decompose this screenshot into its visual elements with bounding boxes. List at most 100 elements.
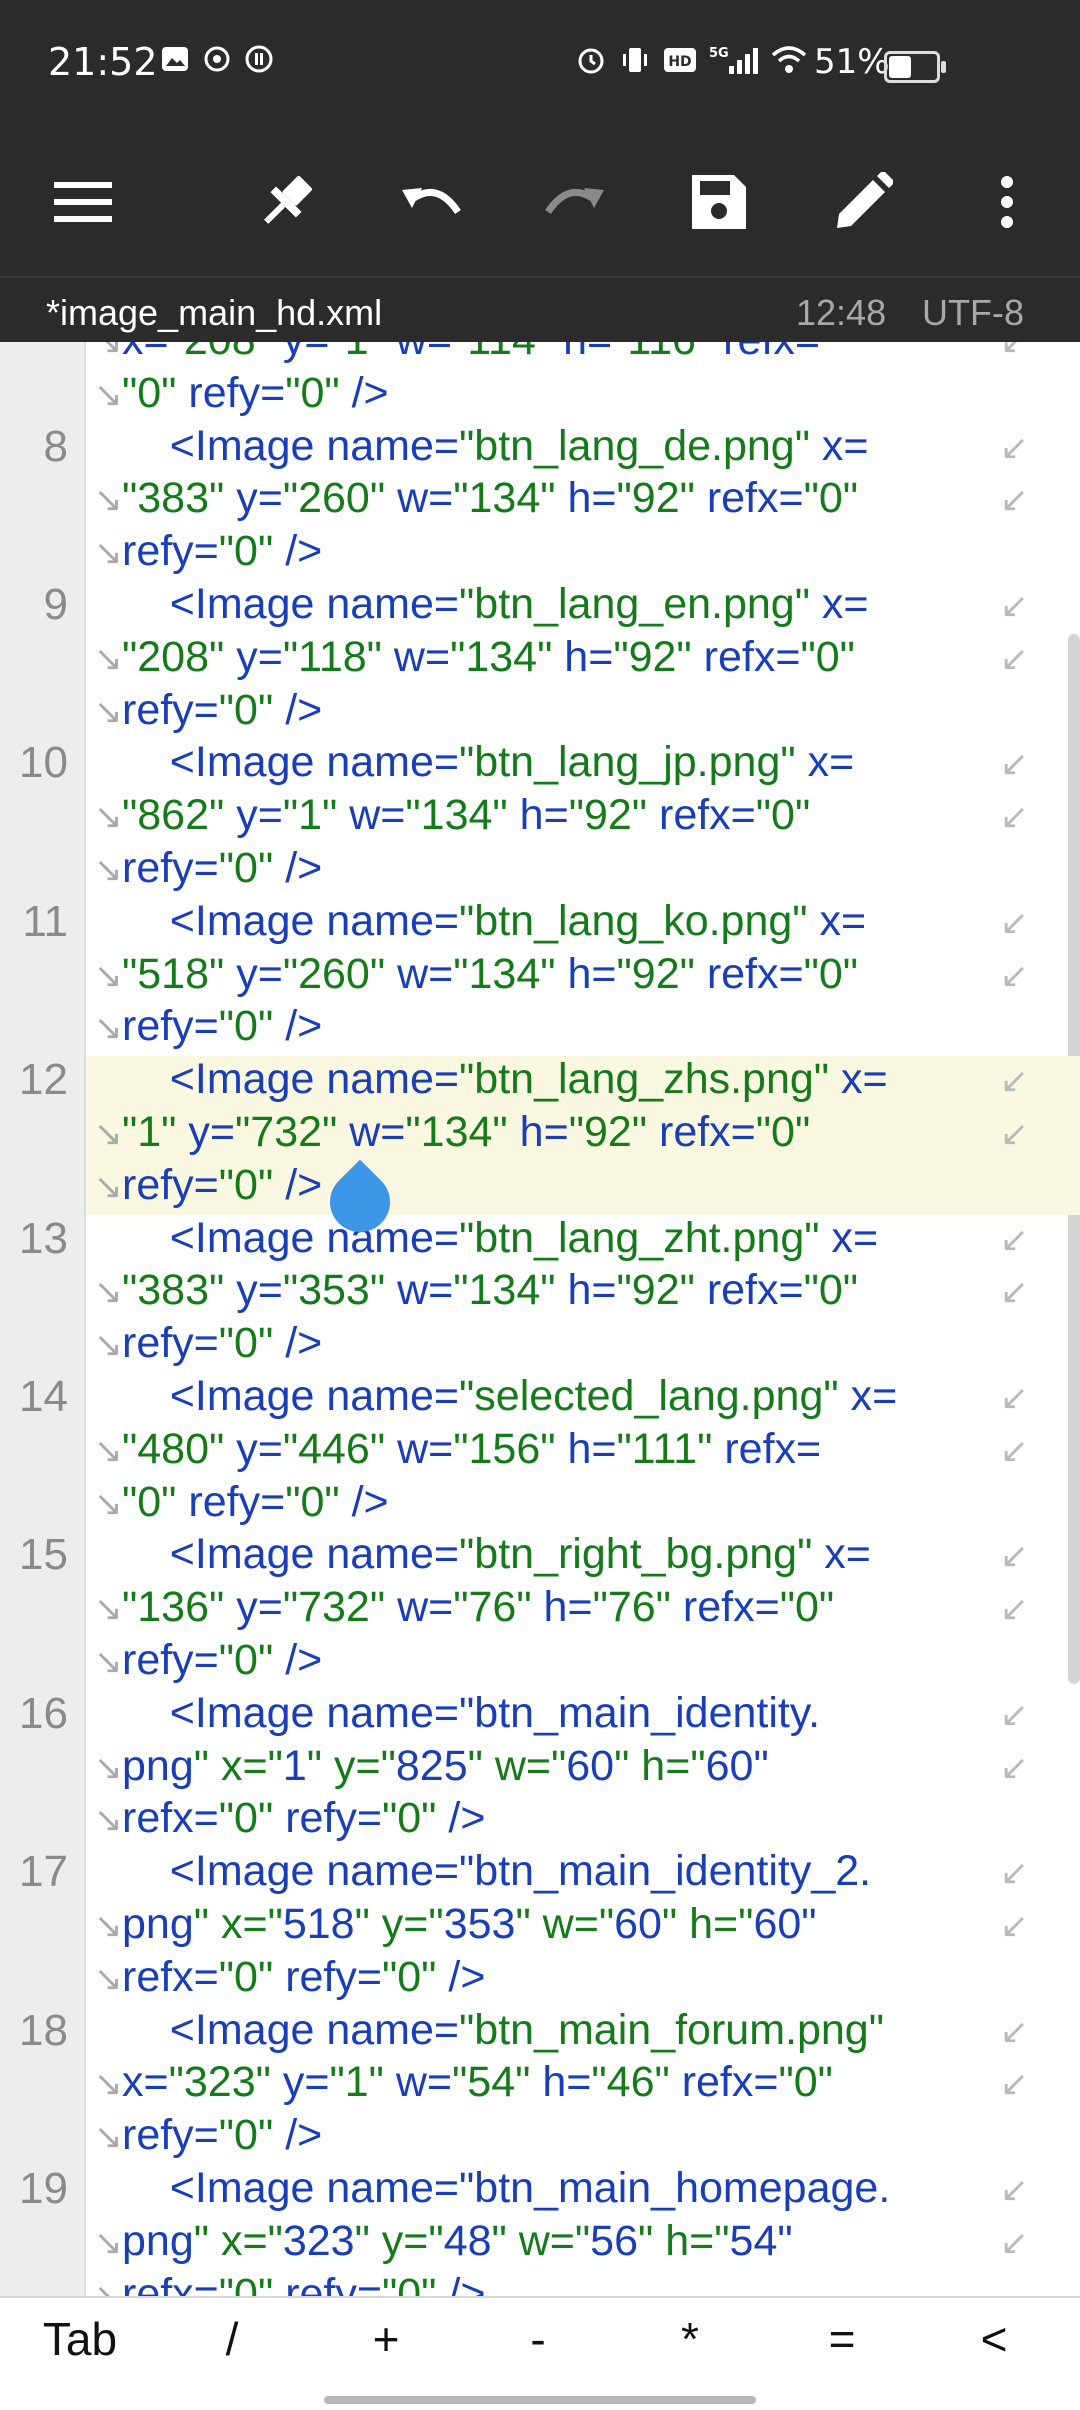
wrap-marker-icon: ↙	[1000, 2223, 1029, 2262]
svg-text:5G: 5G	[709, 46, 729, 61]
wrap-continue-icon: ↘	[94, 1009, 123, 1048]
code-row: ↘ refx="0" refy="0" />	[0, 1792, 1080, 1845]
key-symbol[interactable]: /	[172, 2312, 292, 2366]
code-text: refx="0" refy="0" />	[122, 1952, 486, 2001]
code-text: "518" y="260" w="134" h="92" refx="0"	[122, 949, 859, 998]
vibrate-icon	[619, 44, 651, 81]
code-row: ↘ ↙ "862" y="1" w="134" h="92" refx="0"	[0, 789, 1080, 842]
wrap-continue-icon: ↘	[94, 1273, 123, 1312]
wrap-continue-icon: ↘	[94, 481, 123, 520]
wrap-marker-icon: ↙	[1000, 1907, 1029, 1945]
home-indicator[interactable]	[324, 2396, 756, 2404]
key-symbol[interactable]: *	[630, 2312, 750, 2366]
wrap-marker-icon: ↙	[1000, 2171, 1029, 2209]
code-row: ↘ "0" refy="0" />	[0, 1476, 1080, 1529]
key-symbol[interactable]: +	[326, 2312, 446, 2366]
wrap-continue-icon: ↘	[94, 1907, 123, 1945]
code-row: ↘ ↙ "208" y="118" w="134" h="92" refx="0"	[0, 631, 1080, 684]
menu-button[interactable]	[28, 128, 138, 276]
wrap-marker-icon: ↙	[1000, 745, 1029, 784]
wrap-marker-icon: ↙	[1000, 798, 1029, 837]
code-text: "0" refy="0" />	[122, 1477, 389, 1526]
code-row: ↘ refy="0" />	[0, 525, 1080, 578]
code-text: <Image name="btn_main_forum.png"	[122, 2005, 884, 2054]
code-row: 13 ↙ <Image name="btn_lang_zht.png" x=	[0, 1212, 1080, 1265]
code-text: "208" y="118" w="134" h="92" refx="0"	[122, 632, 855, 681]
wrap-continue-icon: ↘	[94, 1590, 123, 1629]
code-row: ↘ ↙ "383" y="353" w="134" h="92" refx="0"	[0, 1264, 1080, 1317]
wifi-icon	[771, 45, 807, 80]
wrap-continue-icon: ↘	[94, 2223, 123, 2262]
code-row: ↘ ↙ png" x="1" y="825" w="60" h="60"	[0, 1740, 1080, 1793]
wrap-marker-icon: ↙	[1000, 428, 1029, 467]
code-text: refx="0" refy="0" />	[122, 2269, 486, 2296]
code-row: ↘ ↙ "518" y="260" w="134" h="92" refx="0"	[0, 948, 1080, 1001]
pin-button[interactable]	[231, 128, 341, 276]
code-row: 10 ↙ <Image name="btn_lang_jp.png" x=	[0, 736, 1080, 789]
line-number: 13	[19, 1213, 68, 1263]
code-row: 14 ↙ <Image name="selected_lang.png" x=	[0, 1370, 1080, 1423]
wrap-marker-icon: ↙	[1000, 1379, 1029, 1417]
code-row: ↘ ↙ "1" y="732" w="134" h="92" refx="0"	[0, 1106, 1080, 1159]
file-name: *image_main_hd.xml	[46, 292, 383, 333]
code-row: ↘ refy="0" />	[0, 1634, 1080, 1687]
hd-icon: HD	[663, 45, 697, 80]
code-row: ↘ ↙ x="208" y="1" w="114" h="116" refx=	[0, 342, 1080, 367]
pin-icon	[264, 175, 313, 224]
code-row: 15 ↙ <Image name="btn_right_bg.png" x=	[0, 1528, 1080, 1581]
battery-percent: 51%	[814, 42, 890, 82]
code-text: refy="0" />	[122, 527, 323, 576]
wrap-continue-icon: ↘	[94, 1801, 123, 1840]
code-editor[interactable]: ↘↙x="208" y="1" w="114" h="116" refx=↘"0…	[0, 342, 1080, 2296]
code-row: 8 ↙ <Image name="btn_lang_de.png" x=	[0, 420, 1080, 473]
code-text: refx="0" refy="0" />	[122, 1794, 486, 1843]
edit-button[interactable]	[808, 128, 918, 276]
code-row: 17 ↙ <Image name="btn_main_identity_2.	[0, 1845, 1080, 1898]
code-row: ↘ ↙ png" x="323" y="48" w="56" h="54"	[0, 2215, 1080, 2268]
code-text: "1" y="732" w="134" h="92" refx="0"	[122, 1108, 811, 1156]
wrap-continue-icon: ↘	[94, 798, 123, 837]
wrap-continue-icon: ↘	[94, 851, 123, 889]
more-icon	[1001, 176, 1013, 228]
line-number: 18	[19, 2005, 68, 2055]
code-row: ↘ ↙ "383" y="260" w="134" h="92" refx="0"	[0, 472, 1080, 525]
wrap-marker-icon: ↙	[1000, 1273, 1029, 1312]
status-right-icons: HD 5G	[575, 44, 807, 81]
redo-icon	[545, 188, 604, 215]
wrap-marker-icon: ↙	[1000, 1062, 1029, 1101]
code-text: <Image name="btn_lang_zht.png" x=	[122, 1213, 879, 1262]
code-row: ↘ refy="0" />	[0, 2109, 1080, 2162]
code-text: png" x="323" y="48" w="56" h="54"	[122, 2216, 793, 2265]
alarm-icon	[575, 44, 607, 81]
more-options-button[interactable]	[952, 128, 1062, 276]
battery-fill	[889, 56, 912, 78]
code-text: refy="0" />	[122, 1160, 323, 1209]
code-text: refy="0" />	[122, 1636, 323, 1684]
file-encoding[interactable]: UTF-8	[922, 292, 1024, 334]
line-number: 19	[19, 2164, 68, 2213]
line-number: 11	[22, 896, 68, 946]
status-left-icons	[160, 44, 274, 79]
code-row: ↘ ↙ "480" y="446" w="156" h="111" refx=	[0, 1423, 1080, 1476]
sync-icon	[202, 44, 232, 79]
wrap-marker-icon: ↙	[1000, 1431, 1029, 1470]
code-row: ↘ ↙ png" x="518" y="353" w="60" h="60"	[0, 1898, 1080, 1951]
code-row: 18 ↙ <Image name="btn_main_forum.png"	[0, 2004, 1080, 2057]
code-text: refy="0" />	[122, 1319, 323, 1368]
key-symbol[interactable]: <	[934, 2312, 1054, 2366]
wrap-marker-icon: ↙	[1000, 639, 1029, 678]
code-row: ↘ "0" refy="0" />	[0, 367, 1080, 420]
wrap-continue-icon: ↘	[94, 342, 123, 361]
undo-button[interactable]	[376, 128, 486, 276]
save-button[interactable]	[664, 128, 774, 276]
key-symbol[interactable]: =	[782, 2312, 902, 2366]
key-tab[interactable]: Tab	[20, 2312, 140, 2366]
wrap-marker-icon: ↙	[1000, 587, 1029, 625]
wrap-continue-icon: ↘	[94, 1643, 123, 1681]
code-row: ↘ refy="0" />	[0, 1159, 1080, 1212]
key-symbol[interactable]: -	[478, 2312, 598, 2366]
redo-button[interactable]	[520, 128, 630, 276]
code-text: png" x="518" y="353" w="60" h="60"	[122, 1900, 817, 1948]
edit-icon	[837, 172, 893, 228]
line-number: 12	[19, 1055, 68, 1105]
